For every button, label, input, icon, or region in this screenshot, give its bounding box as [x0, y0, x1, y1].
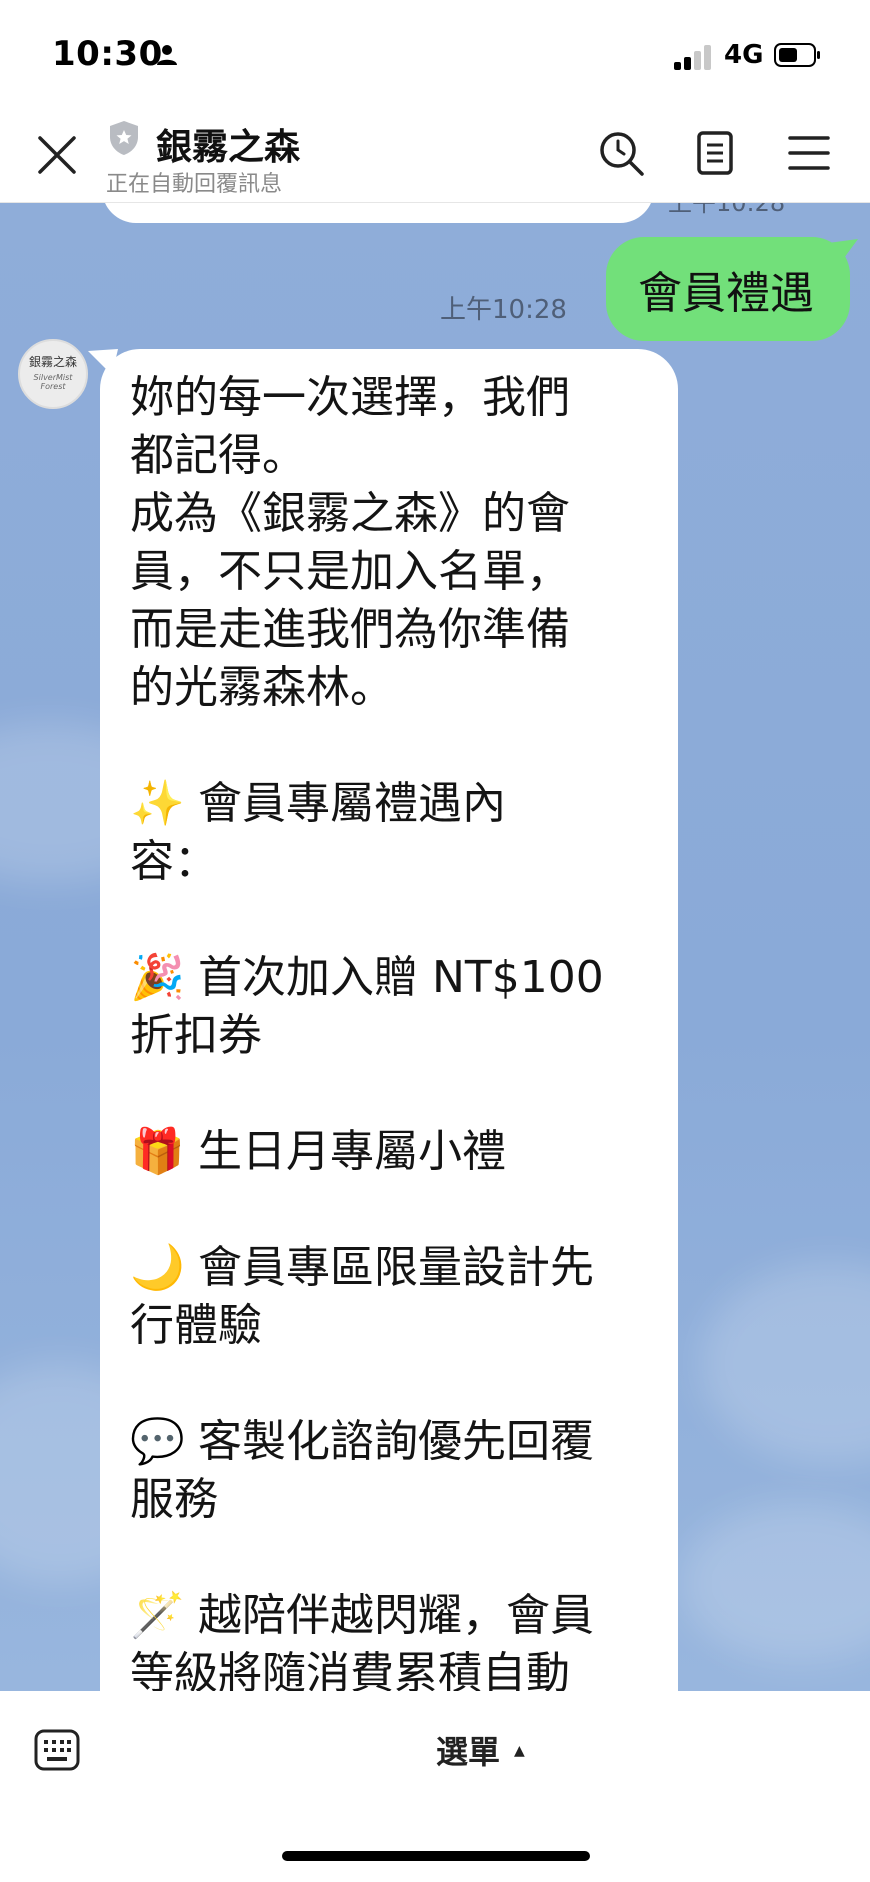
message-line-text: 妳的每一次選擇，我們 — [130, 372, 570, 423]
emoji-icon: 🪄 — [130, 1590, 185, 1641]
chat-header: 銀霧之森 正在自動回覆訊息 — [0, 104, 870, 203]
person-icon — [157, 45, 177, 65]
message-line: 等級將隨消費累積自動 — [130, 1645, 652, 1691]
chat-title: 銀霧之森 — [156, 127, 301, 168]
bottom-bar: 選單 ▲ — [0, 1691, 870, 1882]
previous-message-time: 上午10:28 — [668, 203, 786, 217]
bubble-tail — [88, 349, 118, 375]
message-line-text: 都記得。 — [130, 430, 306, 481]
signal-icon — [674, 44, 714, 70]
notes-icon[interactable] — [690, 128, 740, 178]
sent-message-time: 上午10:28 — [440, 295, 567, 325]
received-message-bubble[interactable]: 妳的每一次選擇，我們 都記得。成為《銀霧之森》的會 員，不只是加入名單， 而是走進我們… — [88, 349, 678, 1691]
message-line: 妳的每一次選擇，我們 — [130, 369, 652, 427]
message-line-text: 容： — [130, 836, 218, 887]
chat-area[interactable]: 上午10:28 會員禮遇 上午10:28 銀霧之森 SilverMist For… — [0, 203, 870, 1691]
network-label: 4G — [724, 40, 764, 70]
keyboard-icon[interactable] — [34, 1727, 80, 1773]
previous-message-bubble — [102, 203, 654, 223]
shield-icon — [110, 121, 138, 155]
message-line: 而是走進我們為你準備 — [130, 601, 652, 659]
message-line: 的光霧森林。 — [130, 659, 652, 717]
message-line-text: 會員專區限量設計先 — [184, 1242, 594, 1293]
emoji-icon: 🎁 — [130, 1126, 185, 1177]
message-line-text: 等級將隨消費累積自動 — [130, 1648, 570, 1691]
sent-message-bubble[interactable]: 會員禮遇 — [606, 237, 850, 341]
rich-menu-toggle[interactable]: 選單 — [436, 1727, 500, 1773]
message-line-text: 成為《銀霧之森》的會 — [130, 488, 570, 539]
message-line-text: 而是走進我們為你準備 — [130, 604, 570, 655]
chevron-up-icon[interactable]: ▲ — [514, 1743, 525, 1759]
message-text: 妳的每一次選擇，我們 都記得。成為《銀霧之森》的會 員，不只是加入名單， 而是走進我們… — [130, 369, 652, 1691]
message-line-text: 客製化諮詢優先回覆 — [184, 1416, 594, 1467]
search-icon[interactable] — [596, 128, 646, 178]
message-line: 🪄 越陪伴越閃耀，會員 — [130, 1587, 652, 1645]
message-line: 🎁 生日月專屬小禮 — [130, 1123, 652, 1181]
message-line: 折扣券 — [130, 1007, 652, 1065]
message-line-text: 生日月專屬小禮 — [184, 1126, 506, 1177]
message-line: 員，不只是加入名單， — [130, 543, 652, 601]
menu-icon[interactable] — [784, 128, 834, 178]
message-line: 都記得。 — [130, 427, 652, 485]
status-time: 10:30 — [52, 34, 163, 74]
chat-subtitle: 正在自動回覆訊息 — [106, 172, 283, 197]
message-line-text: 會員專屬禮遇內 — [184, 778, 506, 829]
message-line: 💬 客製化諮詢優先回覆 — [130, 1413, 652, 1471]
emoji-icon: 🌙 — [130, 1242, 185, 1293]
message-line-text: 行體驗 — [130, 1300, 262, 1351]
message-line-text: 越陪伴越閃耀，會員 — [184, 1590, 594, 1641]
message-line: 成為《銀霧之森》的會 — [130, 485, 652, 543]
sent-message[interactable]: 會員禮遇 — [606, 237, 858, 341]
message-line-text: 員，不只是加入名單， — [130, 546, 570, 597]
message-line: ✨ 會員專屬禮遇內 — [130, 775, 652, 833]
message-line: 服務 — [130, 1471, 652, 1529]
home-indicator[interactable] — [282, 1851, 590, 1861]
status-bar: 10:30 4G — [0, 0, 870, 104]
close-icon[interactable] — [36, 134, 80, 178]
message-line-text: 折扣券 — [130, 1010, 262, 1061]
message-line: 容： — [130, 833, 652, 891]
emoji-icon: 🎉 — [130, 952, 185, 1003]
message-line-text: 的光霧森林。 — [130, 662, 394, 713]
avatar-title: 銀霧之森 — [28, 355, 77, 369]
message-line: 行體驗 — [130, 1297, 652, 1355]
message-line: 🎉 首次加入贈 NT$100 — [130, 949, 652, 1007]
message-line-text: 首次加入贈 NT$100 — [184, 952, 604, 1003]
battery-icon — [774, 43, 820, 67]
message-line: 🌙 會員專區限量設計先 — [130, 1239, 652, 1297]
emoji-icon: 💬 — [130, 1416, 185, 1467]
avatar-subtitle: SilverMist Forest — [33, 373, 73, 391]
message-line-text: 服務 — [130, 1474, 218, 1525]
avatar[interactable]: 銀霧之森 SilverMist Forest — [18, 339, 88, 409]
emoji-icon: ✨ — [130, 778, 185, 829]
